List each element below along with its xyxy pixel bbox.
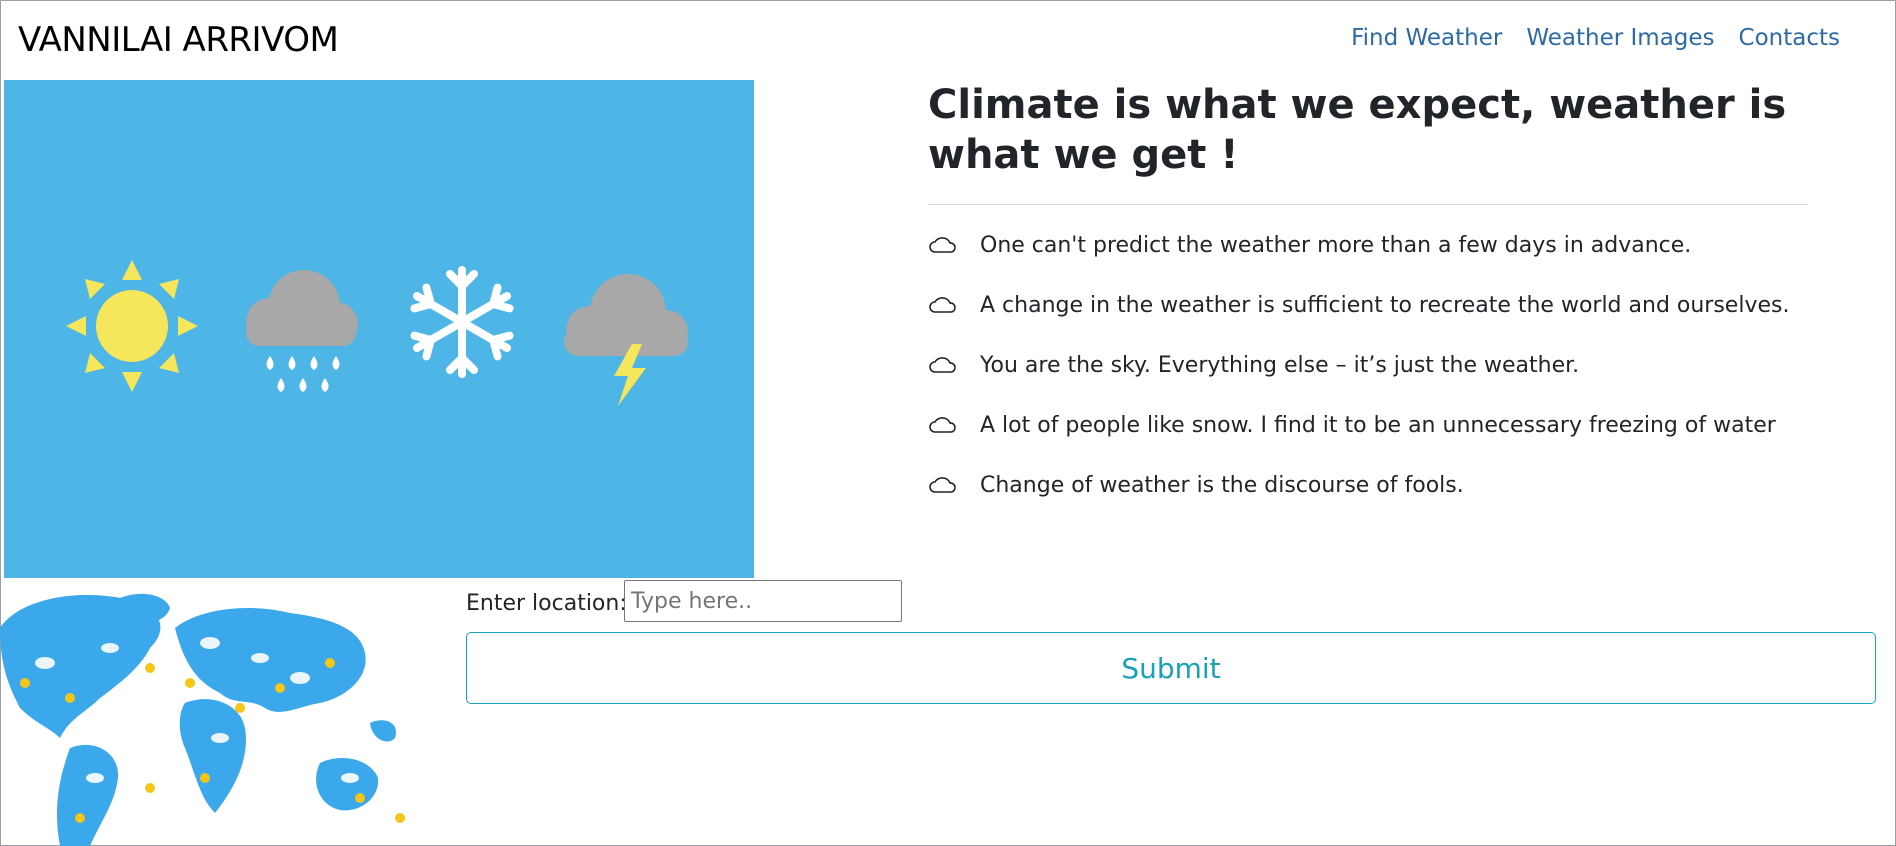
quote-item: Change of weather is the discourse of fo… <box>928 470 1789 500</box>
cloud-icon <box>929 297 956 313</box>
nav-link-find-weather[interactable]: Find Weather <box>1351 25 1502 51</box>
quote-text: A change in the weather is sufficient to… <box>980 292 1790 318</box>
brand-logo[interactable]: VANNILAI ARRIVOM <box>18 20 339 60</box>
quote-item: You are the sky. Everything else – it’s … <box>928 350 1789 380</box>
quote-item: A lot of people like snow. I find it to … <box>928 410 1789 440</box>
location-label: Enter location: <box>466 591 627 616</box>
quote-list: One can't predict the weather more than … <box>928 230 1789 530</box>
rain-cloud-icon <box>246 270 358 392</box>
top-nav: Find Weather Weather Images Contacts <box>1351 25 1840 51</box>
quote-text: You are the sky. Everything else – it’s … <box>980 352 1580 378</box>
cloud-icon <box>929 357 956 373</box>
cloud-icon <box>929 417 956 433</box>
quote-text: One can't predict the weather more than … <box>980 232 1692 258</box>
location-input[interactable] <box>624 580 902 622</box>
submit-button[interactable]: Submit <box>466 632 1876 704</box>
weather-icons-svg <box>66 260 688 406</box>
world-weather-map-image <box>0 593 405 846</box>
quote-text: Change of weather is the discourse of fo… <box>980 472 1464 498</box>
cloud-icon <box>929 237 956 253</box>
weather-icons-image <box>4 80 754 578</box>
nav-link-weather-images[interactable]: Weather Images <box>1526 25 1714 51</box>
storm-cloud-icon <box>564 274 688 406</box>
nav-link-contacts[interactable]: Contacts <box>1739 25 1840 51</box>
snowflake-icon <box>410 266 514 378</box>
page-headline: Climate is what we expect, weather is wh… <box>928 82 1787 178</box>
quote-item: One can't predict the weather more than … <box>928 230 1789 260</box>
quote-text: A lot of people like snow. I find it to … <box>980 412 1776 438</box>
sun-icon <box>66 260 198 392</box>
quote-item: A change in the weather is sufficient to… <box>928 290 1789 320</box>
section-divider <box>928 204 1808 205</box>
cloud-icon <box>929 477 956 493</box>
